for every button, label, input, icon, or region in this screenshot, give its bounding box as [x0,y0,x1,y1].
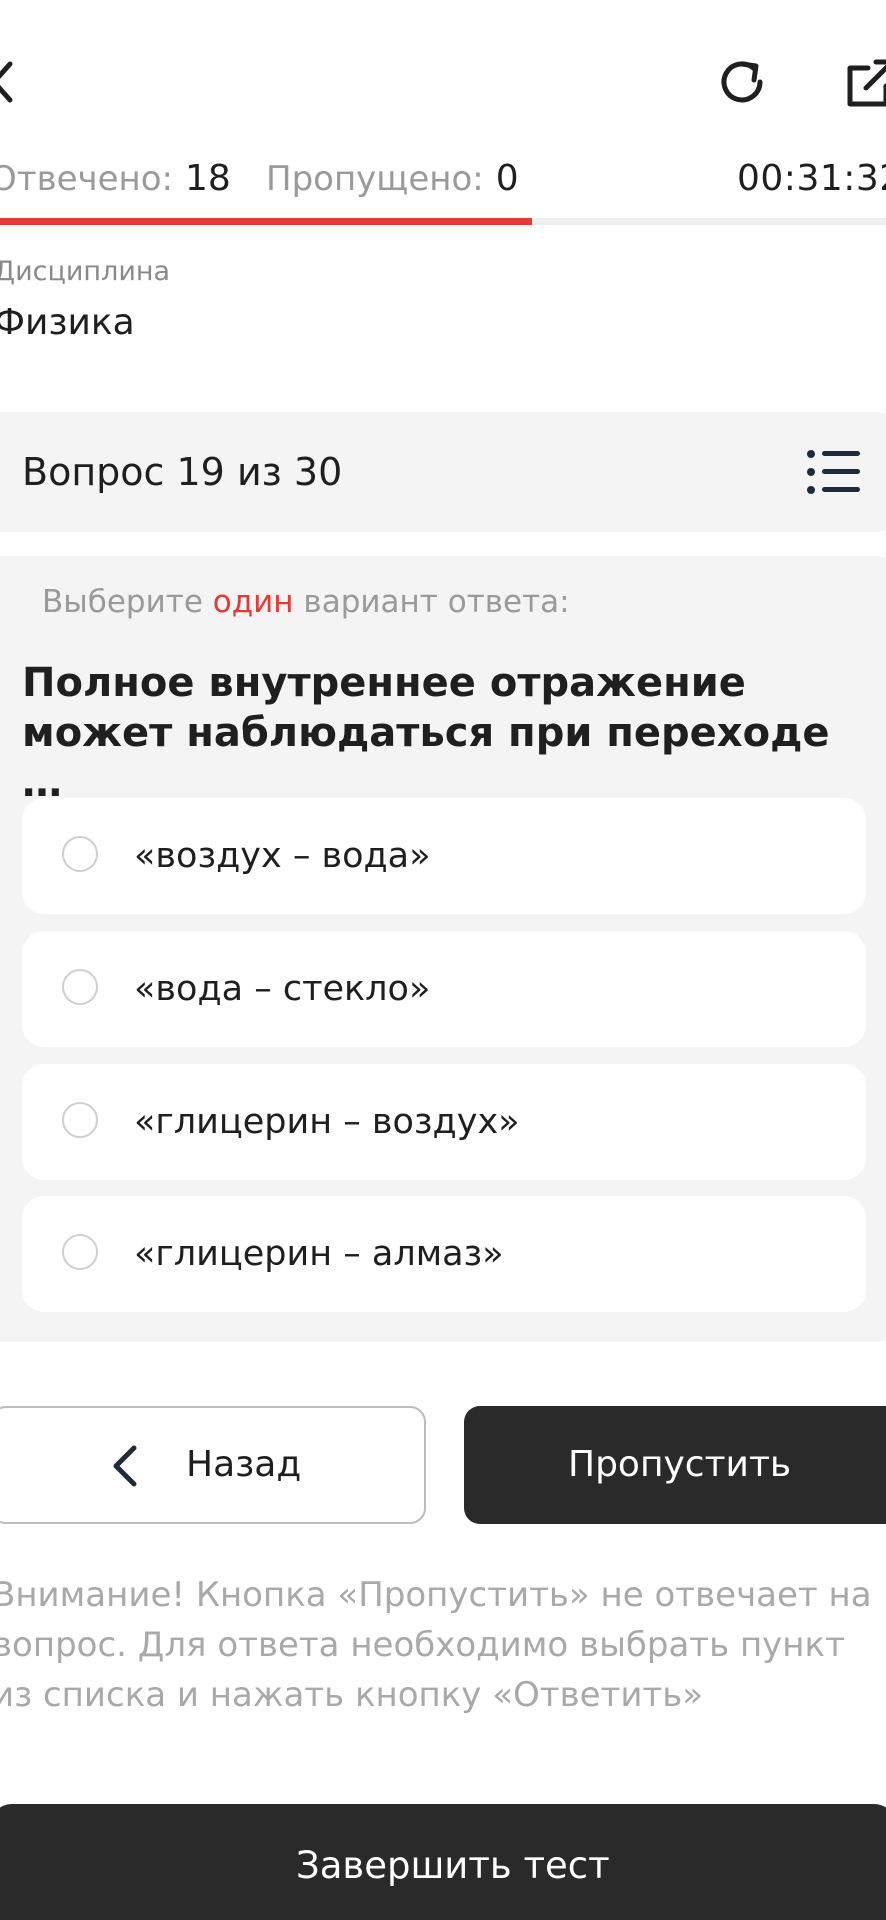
finish-test-button[interactable]: Завершить тест [0,1804,886,1920]
question-header: Вопрос 19 из 30 [0,412,886,532]
back-button[interactable]: Назад [0,1406,426,1524]
answer-option-label: «воздух – вода» [134,836,431,876]
timer: 00:31:32 [737,158,886,199]
answered-label: Отвечено: [0,159,174,199]
answered-count: 18 [185,158,231,199]
answer-option-label: «глицерин – алмаз» [134,1234,504,1274]
instruction-text: Выберите один вариант ответа: [42,584,570,620]
radio-button[interactable] [62,836,98,872]
chevron-left-icon [113,1445,137,1487]
chevron-left-icon[interactable] [0,58,16,106]
refresh-icon[interactable] [712,52,772,112]
radio-button[interactable] [62,1102,98,1138]
discipline-value: Физика [0,302,135,343]
question-text: Полное внутреннее отражение может наблюд… [22,660,830,806]
answer-option-1[interactable]: «воздух – вода» [22,798,866,914]
answer-option-4[interactable]: «глицерин – алмаз» [22,1196,866,1312]
instruction-accent: один [212,584,294,620]
instruction-after: вариант ответа: [293,584,570,620]
back-button-label: Назад [186,1444,302,1485]
skip-button-label: Пропустить [568,1444,792,1485]
answer-option-3[interactable]: «глицерин – воздух» [22,1064,866,1180]
quiz-screen: Отвечено: 18 Пропущено: 0 00:31:32 Дисципл… [0,0,886,1920]
answer-option-2[interactable]: «вода – стекло» [22,931,866,1047]
skipped-label: Пропущено: [266,159,484,199]
question-number: Вопрос 19 из 30 [22,450,343,494]
progress-fill [0,218,532,225]
finish-button-label: Завершить тест [296,1844,610,1887]
discipline-label: Дисциплина [0,256,171,287]
answered-stat: Отвечено: 18 [0,154,231,204]
skip-button[interactable]: Пропустить [464,1406,886,1524]
warning-text: Внимание! Кнопка «Пропустить» не отвечае… [0,1575,872,1715]
skipped-stat: Пропущено: 0 [266,154,519,204]
answer-option-label: «вода – стекло» [134,969,431,1009]
instruction-before: Выберите [42,584,213,620]
progress-bar [0,218,886,225]
radio-button[interactable] [62,1234,98,1270]
skipped-count: 0 [495,158,519,199]
radio-button[interactable] [62,969,98,1005]
answer-option-label: «глицерин – воздух» [134,1102,520,1142]
stats-row: Отвечено: 18 Пропущено: 0 00:31:32 [0,154,886,204]
list-icon[interactable] [806,448,862,496]
external-link-icon[interactable] [842,56,886,112]
